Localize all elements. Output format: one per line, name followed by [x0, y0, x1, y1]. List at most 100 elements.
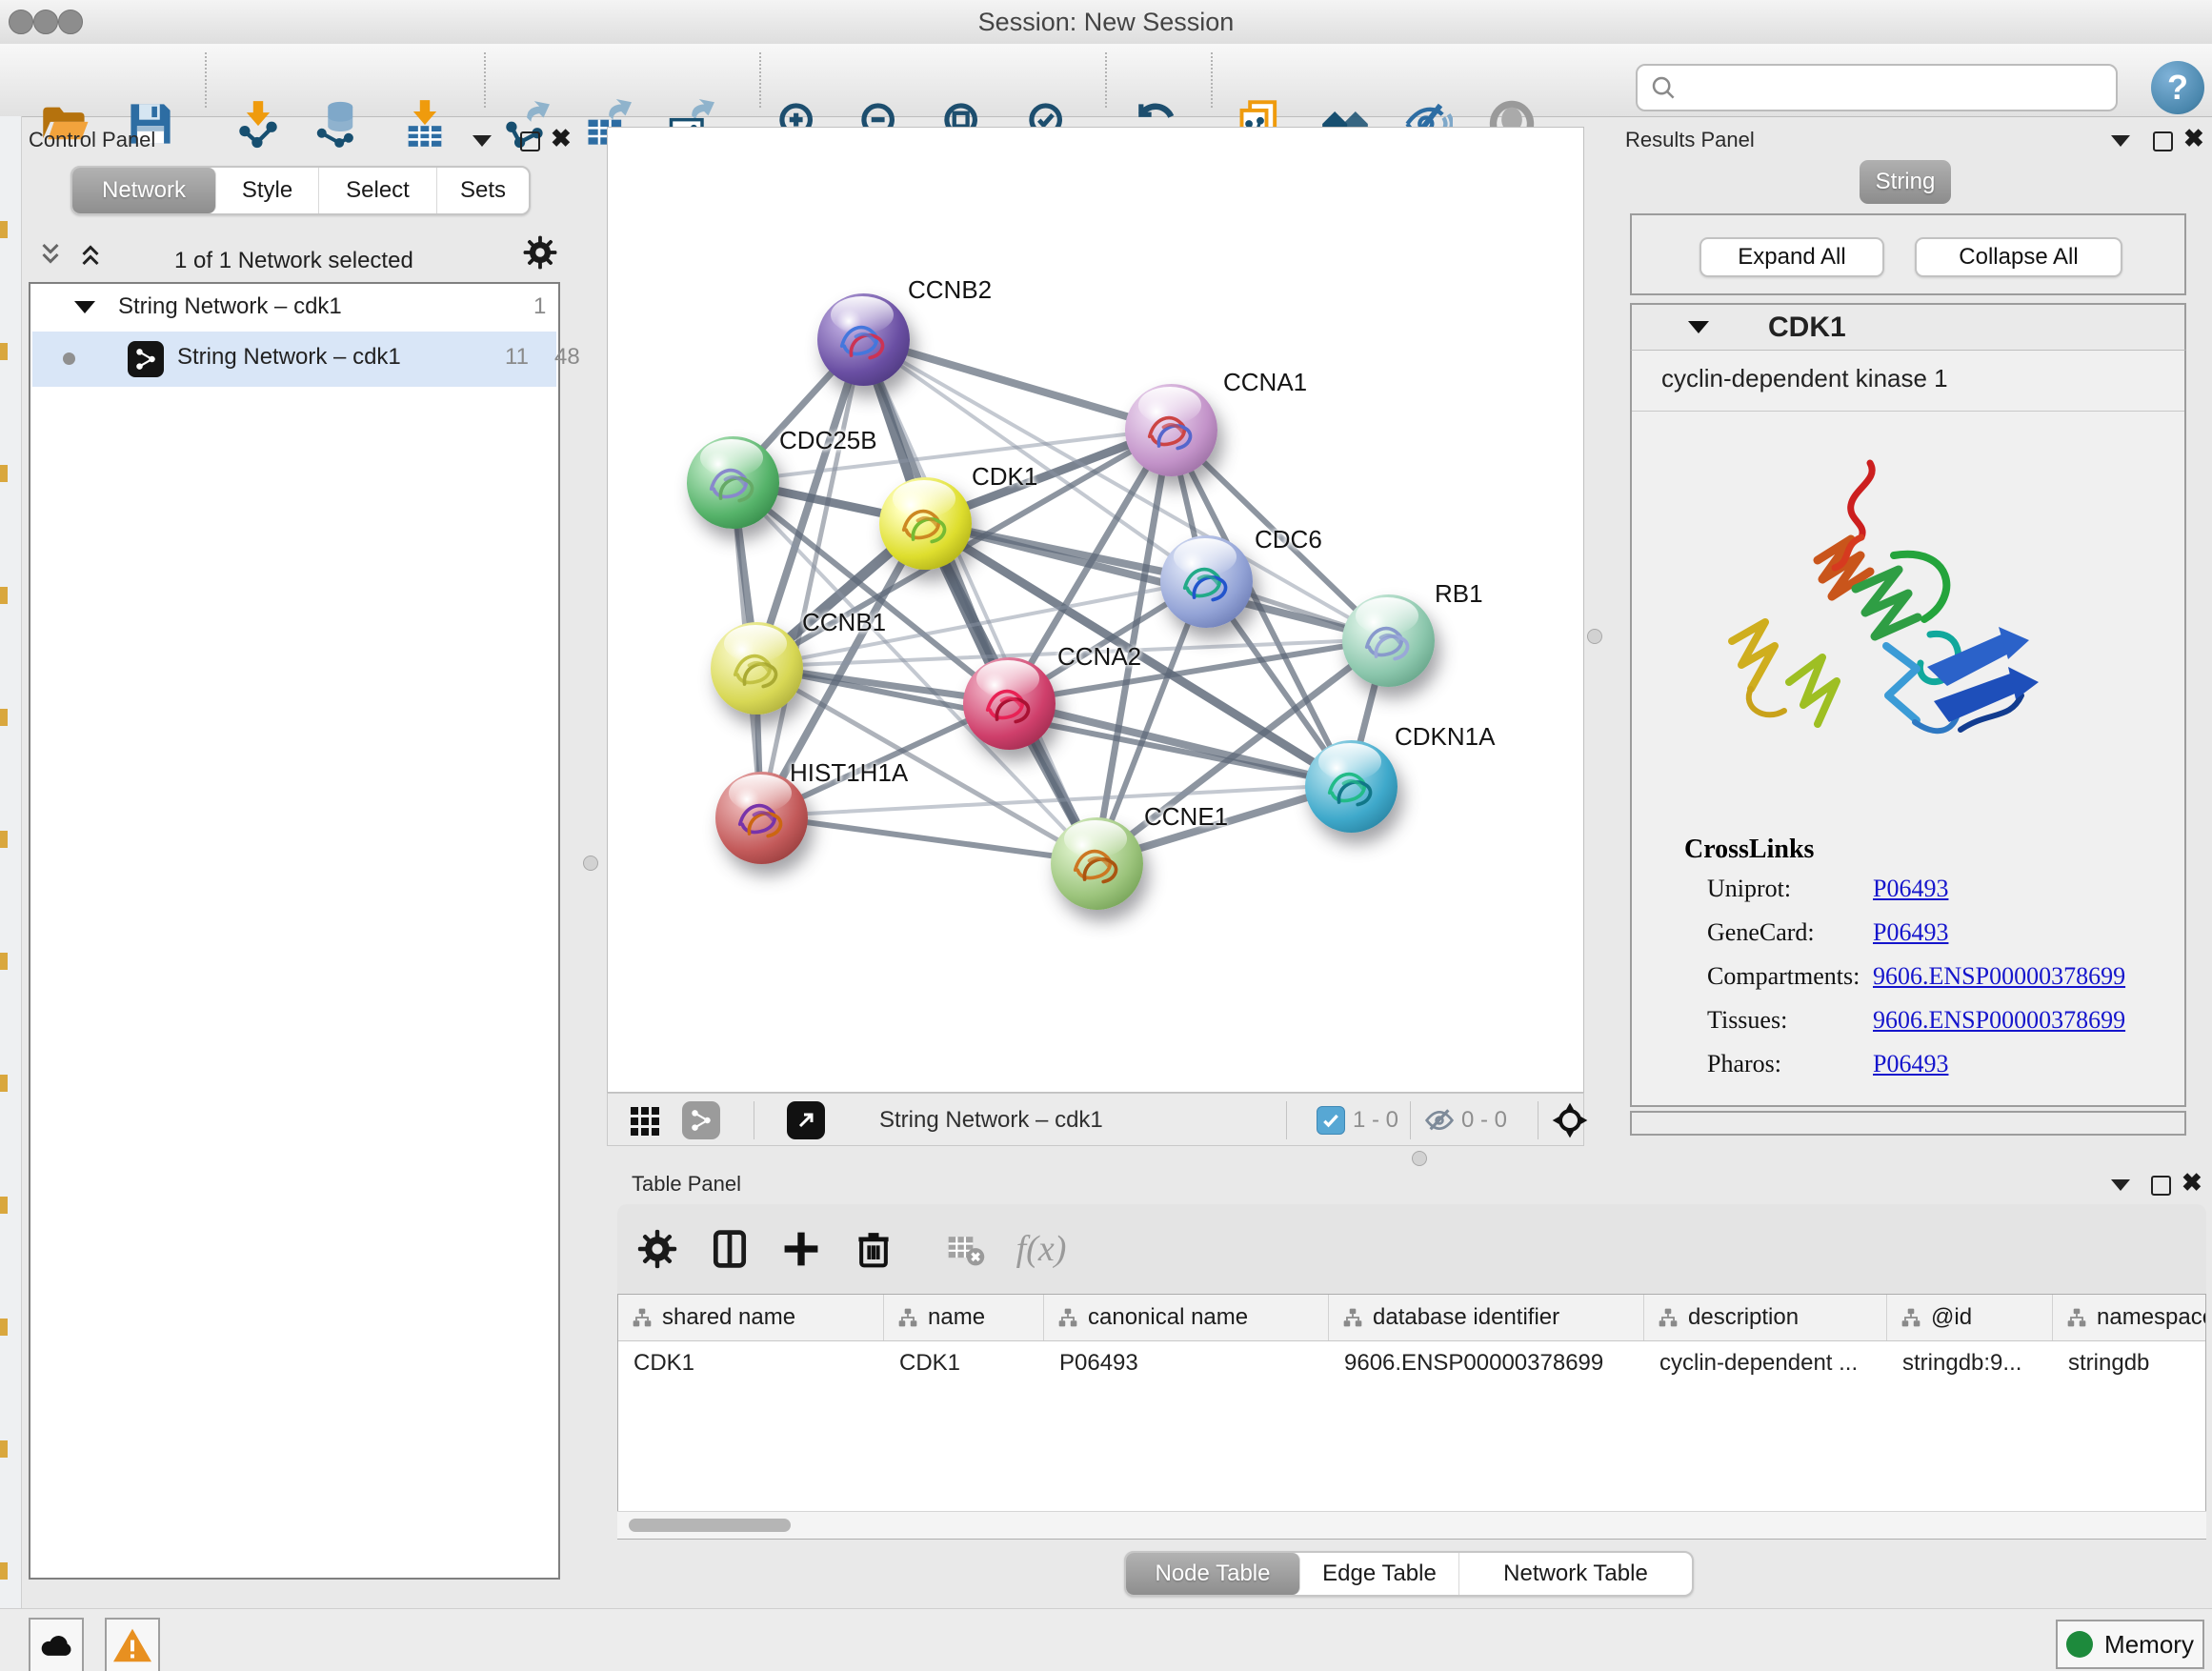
network-canvas[interactable]: CCNB2 CCNA1 CDC25B CDK1 CDC6 RB1 CCNB1 C…	[607, 127, 1584, 1093]
network-edge[interactable]	[761, 816, 1096, 862]
crosslink-label: Pharos:	[1707, 1050, 1781, 1077]
delete-column-icon[interactable]	[850, 1225, 897, 1273]
crosslink-row: Uniprot: P06493	[1707, 875, 1791, 903]
protein-card-body: cyclin-dependent kinase 1	[1630, 351, 2186, 1107]
network-node-label: HIST1H1A	[790, 758, 908, 788]
control-panel-float-icon[interactable]	[473, 135, 492, 147]
protein-ribbon-thumb	[726, 782, 796, 853]
show-columns-icon[interactable]	[706, 1225, 754, 1273]
results-panel-maximize-icon[interactable]	[2153, 131, 2173, 151]
column-header[interactable]: shared name	[618, 1295, 884, 1340]
control-panel-maximize-icon[interactable]	[520, 131, 540, 151]
collapse-all-networks-icon[interactable]	[38, 240, 63, 272]
results-panel-float-icon[interactable]	[2111, 135, 2130, 147]
crosslink-label: GeneCard:	[1707, 918, 1815, 946]
crosslink-value-link[interactable]: P06493	[1873, 875, 1948, 903]
protein-ribbon-thumb	[1136, 394, 1206, 465]
delete-table-icon	[942, 1225, 990, 1273]
warnings-button[interactable]	[105, 1618, 160, 1671]
protein-ribbon-thumb	[828, 304, 898, 374]
scrollbar-thumb[interactable]	[629, 1519, 791, 1532]
control-panel-close-icon[interactable]: ✖	[551, 126, 572, 151]
grid-view-icon[interactable]	[631, 1107, 659, 1136]
toolbar-separator	[1211, 52, 1213, 108]
detach-view-icon[interactable]	[787, 1101, 825, 1139]
collapse-all-button[interactable]: Collapse All	[1915, 237, 2122, 277]
search-input[interactable]	[1678, 68, 2116, 108]
crosslink-value-link[interactable]: P06493	[1873, 1050, 1948, 1078]
table-horizontal-scrollbar[interactable]	[617, 1511, 2206, 1539]
collection-expand-icon[interactable]	[74, 301, 95, 313]
help-icon[interactable]: ?	[2151, 61, 2204, 114]
tab-style[interactable]: Style	[216, 168, 319, 213]
memory-button[interactable]: Memory	[2056, 1620, 2204, 1669]
function-builder-icon: f(x)	[998, 1225, 1084, 1273]
network-node[interactable]	[711, 622, 803, 715]
network-node-label: RB1	[1435, 579, 1483, 609]
tab-edge-table[interactable]: Edge Table	[1300, 1553, 1459, 1595]
network-node[interactable]	[1051, 817, 1143, 910]
network-node[interactable]	[687, 436, 779, 529]
cloud-services-button[interactable]	[29, 1618, 84, 1671]
tab-network[interactable]: Network	[72, 168, 216, 213]
selected-checkbox-icon[interactable]	[1317, 1106, 1345, 1135]
toolbar-separator	[1105, 52, 1107, 108]
network-node[interactable]	[963, 657, 1056, 750]
table-row[interactable]: CDK1 CDK1 P06493 9606.ENSP00000378699 cy…	[618, 1341, 2205, 1385]
node-table: shared name name canonical name database…	[617, 1294, 2206, 1540]
tab-node-table[interactable]: Node Table	[1126, 1553, 1300, 1595]
network-node-label: CDKN1A	[1395, 722, 1495, 752]
import-network-database-icon[interactable]	[310, 96, 365, 151]
title-bar: Session: New Session	[0, 0, 2212, 45]
collection-count: 1	[533, 293, 546, 320]
network-node[interactable]	[879, 477, 972, 570]
table-panel-float-icon[interactable]	[2111, 1179, 2130, 1191]
crosslink-label: Uniprot:	[1707, 875, 1791, 902]
network-collection-row[interactable]: String Network – cdk1 1	[30, 284, 558, 332]
right-splitter-handle[interactable]	[1587, 629, 1602, 644]
network-node[interactable]	[817, 293, 910, 386]
table-panel-title: Table Panel	[632, 1172, 741, 1197]
tab-string[interactable]: String	[1860, 160, 1951, 204]
network-edges	[608, 128, 1583, 1092]
column-header[interactable]: description	[1644, 1295, 1887, 1340]
table-panel-maximize-icon[interactable]	[2151, 1176, 2171, 1196]
crosslink-value-link[interactable]: 9606.ENSP00000378699	[1873, 1006, 2125, 1035]
results-panel-close-icon[interactable]: ✖	[2183, 126, 2204, 151]
column-header[interactable]: canonical name	[1044, 1295, 1329, 1340]
network-edge[interactable]	[761, 339, 863, 816]
column-header[interactable]: namespace	[2053, 1295, 2206, 1340]
create-column-icon[interactable]	[777, 1225, 825, 1273]
crosslink-value-link[interactable]: 9606.ENSP00000378699	[1873, 962, 2125, 991]
network-node[interactable]	[1342, 594, 1435, 687]
column-header[interactable]: @id	[1887, 1295, 2053, 1340]
expand-all-networks-icon[interactable]	[78, 240, 103, 272]
network-row-selected[interactable]: String Network – cdk1 11 48	[32, 332, 556, 387]
network-node-label: CCNB1	[802, 608, 886, 637]
bottom-splitter-handle[interactable]	[1412, 1151, 1427, 1166]
tab-sets[interactable]: Sets	[437, 168, 529, 213]
table-options-gear-icon[interactable]	[633, 1225, 681, 1273]
import-table-icon[interactable]	[397, 96, 452, 151]
protein-collapse-icon[interactable]	[1688, 321, 1709, 333]
protein-card-header[interactable]: CDK1	[1630, 303, 2186, 351]
column-header[interactable]: name	[884, 1295, 1044, 1340]
tab-select[interactable]: Select	[319, 168, 437, 213]
network-node-label: CCNA1	[1223, 368, 1307, 397]
network-options-gear-icon[interactable]	[522, 234, 558, 274]
network-node[interactable]	[1125, 384, 1217, 476]
column-header[interactable]: database identifier	[1329, 1295, 1644, 1340]
crosslink-value-link[interactable]: P06493	[1873, 918, 1948, 947]
table-panel-close-icon[interactable]: ✖	[2182, 1170, 2202, 1195]
network-thumbnail-icon[interactable]	[682, 1101, 720, 1139]
network-tree: String Network – cdk1 1 String Network –…	[29, 282, 560, 1580]
network-node-label: CDK1	[972, 462, 1037, 492]
expand-all-button[interactable]: Expand All	[1699, 237, 1884, 277]
birdseye-view-icon[interactable]	[1551, 1101, 1589, 1144]
import-network-file-icon[interactable]	[231, 96, 286, 151]
network-edge[interactable]	[862, 339, 1169, 430]
left-splitter-handle[interactable]	[583, 856, 598, 871]
tab-network-table[interactable]: Network Table	[1459, 1553, 1692, 1595]
network-node[interactable]	[1160, 535, 1253, 628]
network-node[interactable]	[1305, 740, 1398, 833]
